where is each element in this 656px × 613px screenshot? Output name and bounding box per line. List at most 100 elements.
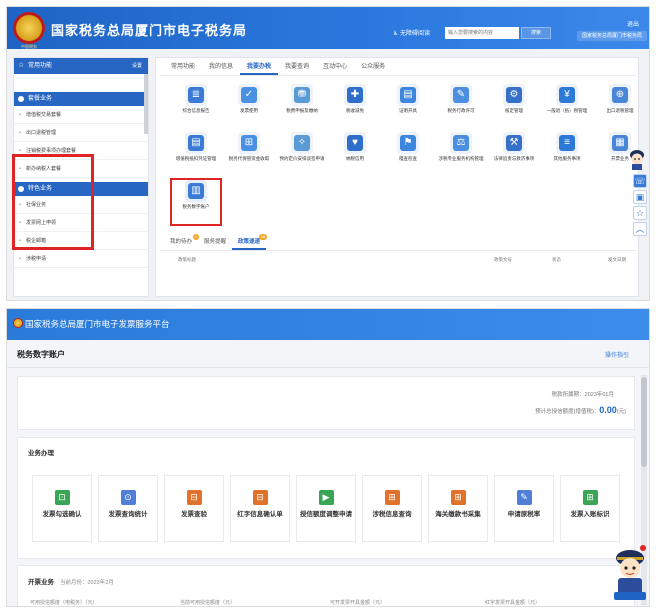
- service-icon: ¥: [556, 84, 578, 106]
- favorite-icon[interactable]: ☆: [633, 206, 647, 220]
- emblem-caption: 中国税务: [21, 44, 37, 49]
- sidebar-header: ☆ 常用功能 设置: [14, 58, 148, 74]
- service-icon: ≣: [185, 84, 207, 106]
- service-item[interactable]: ♥ 纳税信用: [329, 132, 381, 162]
- credit-line: 预计总授信额度(增值税)：0.00(元): [535, 405, 626, 415]
- col-label: 当前可用授信额度（元）: [180, 600, 236, 606]
- service-item[interactable]: ⊕ 出口退税管理: [594, 84, 646, 114]
- guide-link[interactable]: 操作指引: [605, 350, 629, 359]
- logout-link[interactable]: 退出: [627, 19, 639, 28]
- mascot-avatar-icon[interactable]: [628, 148, 646, 170]
- tile-label: 红字信息确认单: [237, 511, 283, 518]
- service-item[interactable]: ≡ 其他服务事项: [541, 132, 593, 162]
- business-tile[interactable]: ▶ 授信额度调整申请: [296, 475, 356, 542]
- sidebar-settings-link[interactable]: 设置: [132, 58, 142, 74]
- sub-tabs: 我的待办 0 服务提醒 政策速递 10: [164, 234, 268, 250]
- service-item[interactable]: ¥ 一般退（抵）税管理: [541, 84, 593, 114]
- business-tile[interactable]: ⊞ 海关缴款书采集: [428, 475, 488, 542]
- service-item[interactable]: ✧ 预约定价安排谈签申请: [276, 132, 328, 162]
- subtabs-divider: [160, 250, 636, 251]
- mascot-assistant-icon[interactable]: [612, 544, 648, 602]
- service-label: 税务代保管资金收取: [228, 156, 270, 161]
- tile-icon: ⊟: [252, 490, 268, 505]
- service-item[interactable]: ✚ 税收减免: [329, 84, 381, 114]
- portal-header: 中国税务 国家税务总局厦门市电子税务局 ♿ 无障碍阅读 搜索 退出 国家税务总局…: [7, 7, 649, 49]
- sidebar-item[interactable]: 涉税申请: [14, 250, 148, 268]
- service-item[interactable]: ▤ 证明开具: [382, 84, 434, 114]
- invoicing-label: 开票业务: [28, 579, 54, 586]
- tile-icon: ✎: [516, 490, 532, 505]
- tab-public[interactable]: 公众服务: [354, 61, 392, 75]
- service-icon[interactable]: ☏: [633, 174, 647, 188]
- service-label: 税务行政许可: [447, 108, 475, 113]
- tile-label: 授信额度调整申请: [300, 511, 352, 518]
- portal-title: 国家税务总局厦门市电子税务局: [51, 23, 248, 38]
- page-scrollbar-thumb[interactable]: [641, 377, 647, 467]
- search-input[interactable]: [445, 27, 519, 39]
- tab-policy[interactable]: 政策速递 10: [232, 234, 268, 250]
- service-item[interactable]: ⚒ 法律追责与救济事项: [488, 132, 540, 162]
- service-label: 纳税信用: [346, 156, 364, 161]
- accessibility-link[interactable]: ♿ 无障碍阅读: [393, 28, 430, 37]
- service-item[interactable]: ⊞ 税务代保管资金收取: [223, 132, 275, 162]
- service-item[interactable]: ⚖ 涉税专业服务机构管理: [435, 132, 487, 162]
- service-item[interactable]: ▤ 增值税抵扣凭证管理: [170, 132, 222, 162]
- service-item[interactable]: ⛃ 税费申报及缴纳: [276, 84, 328, 114]
- tab-interaction[interactable]: 互动中心: [316, 61, 354, 75]
- sidebar-item[interactable]: 增值税交易套餐: [14, 106, 148, 124]
- tile-label: 发票查询统计: [108, 511, 148, 518]
- business-tile[interactable]: ⊟ 发票查验: [164, 475, 224, 542]
- tab-label: 我的待办: [170, 239, 193, 245]
- business-tile[interactable]: ⊞ 涉税信息查询: [362, 475, 422, 542]
- service-icon: ⚑: [397, 132, 419, 154]
- current-month: 当前月份：2023年2月: [60, 580, 114, 586]
- tab-reminders[interactable]: 服务提醒: [198, 236, 232, 250]
- service-label: 发票使用: [240, 108, 258, 113]
- notice-icon[interactable]: ▣: [633, 190, 647, 204]
- invoicing-card: 开票业务 当前月份：2023年2月 可用授信额度（电税务）（元） 当前可用授信额度…: [17, 565, 635, 606]
- tab-todo[interactable]: 我的待办 0: [164, 234, 200, 250]
- sidebar-section-packages[interactable]: 套餐业务: [14, 92, 148, 106]
- tab-do-tax[interactable]: 我要办税: [240, 61, 279, 75]
- business-title: 业务办理: [28, 450, 54, 457]
- business-tile[interactable]: ✎ 申请原税率: [494, 475, 554, 542]
- service-item[interactable]: ⚑ 稽查检查: [382, 132, 434, 162]
- service-item[interactable]: ≣ 综合信息报告: [170, 84, 222, 114]
- tab-query[interactable]: 我要查询: [278, 61, 316, 75]
- einvoice-platform-panel: 国家税务总局厦门市电子发票服务平台 税务数字账户 操作指引 税款所属期：2023…: [6, 308, 650, 607]
- section-label: 套餐业务: [28, 96, 53, 102]
- service-label: 证明开具: [399, 108, 417, 113]
- sidebar-scrollbar[interactable]: [144, 74, 148, 134]
- tile-label: 发票查验: [181, 511, 207, 518]
- tab-label: 政策速递: [238, 239, 261, 245]
- col-label: 可用授信额度（电税务）（元）: [30, 600, 98, 606]
- service-icon: ▤: [397, 84, 419, 106]
- service-label: 核定管理: [505, 108, 523, 113]
- tab-common[interactable]: 常用功能: [164, 61, 202, 75]
- service-icon: ✧: [291, 132, 313, 154]
- business-tile[interactable]: ⊡ 发票勾选确认: [32, 475, 92, 542]
- service-item[interactable]: ✎ 税务行政许可: [435, 84, 487, 114]
- tile-label: 涉税信息查询: [372, 511, 412, 518]
- search-button[interactable]: 搜索: [521, 27, 551, 39]
- service-label: 预约定价安排谈签申请: [279, 156, 325, 161]
- col-status: 状态: [552, 257, 561, 262]
- business-tile[interactable]: ⊞ 发票入账标识: [560, 475, 620, 542]
- org-name: 国家税务总局厦门市税务局: [577, 31, 647, 41]
- service-item[interactable]: ⚙ 核定管理: [488, 84, 540, 114]
- tab-my-info[interactable]: 我的信息: [202, 61, 240, 75]
- service-item[interactable]: ✓ 发票使用: [223, 84, 275, 114]
- sidebar-item[interactable]: 出口退税管理: [14, 124, 148, 142]
- col-date: 发文日期: [608, 257, 626, 262]
- back-to-top-icon[interactable]: ︿: [633, 222, 647, 236]
- tile-icon: ⊞: [450, 490, 466, 505]
- service-label: 综合信息报告: [182, 108, 210, 113]
- tile-label: 申请原税率: [507, 511, 541, 518]
- col-label: 红字发票开具金额（元）: [485, 600, 541, 606]
- tile-icon: ⊞: [384, 490, 400, 505]
- service-icon: ♥: [344, 132, 366, 154]
- floating-toolbar: ☏ ▣ ☆ ︿: [632, 172, 648, 267]
- col-doc-no: 政策文号: [494, 257, 512, 262]
- business-tile[interactable]: ⊟ 红字信息确认单: [230, 475, 290, 542]
- business-tile[interactable]: ⊙ 发票查询统计: [98, 475, 158, 542]
